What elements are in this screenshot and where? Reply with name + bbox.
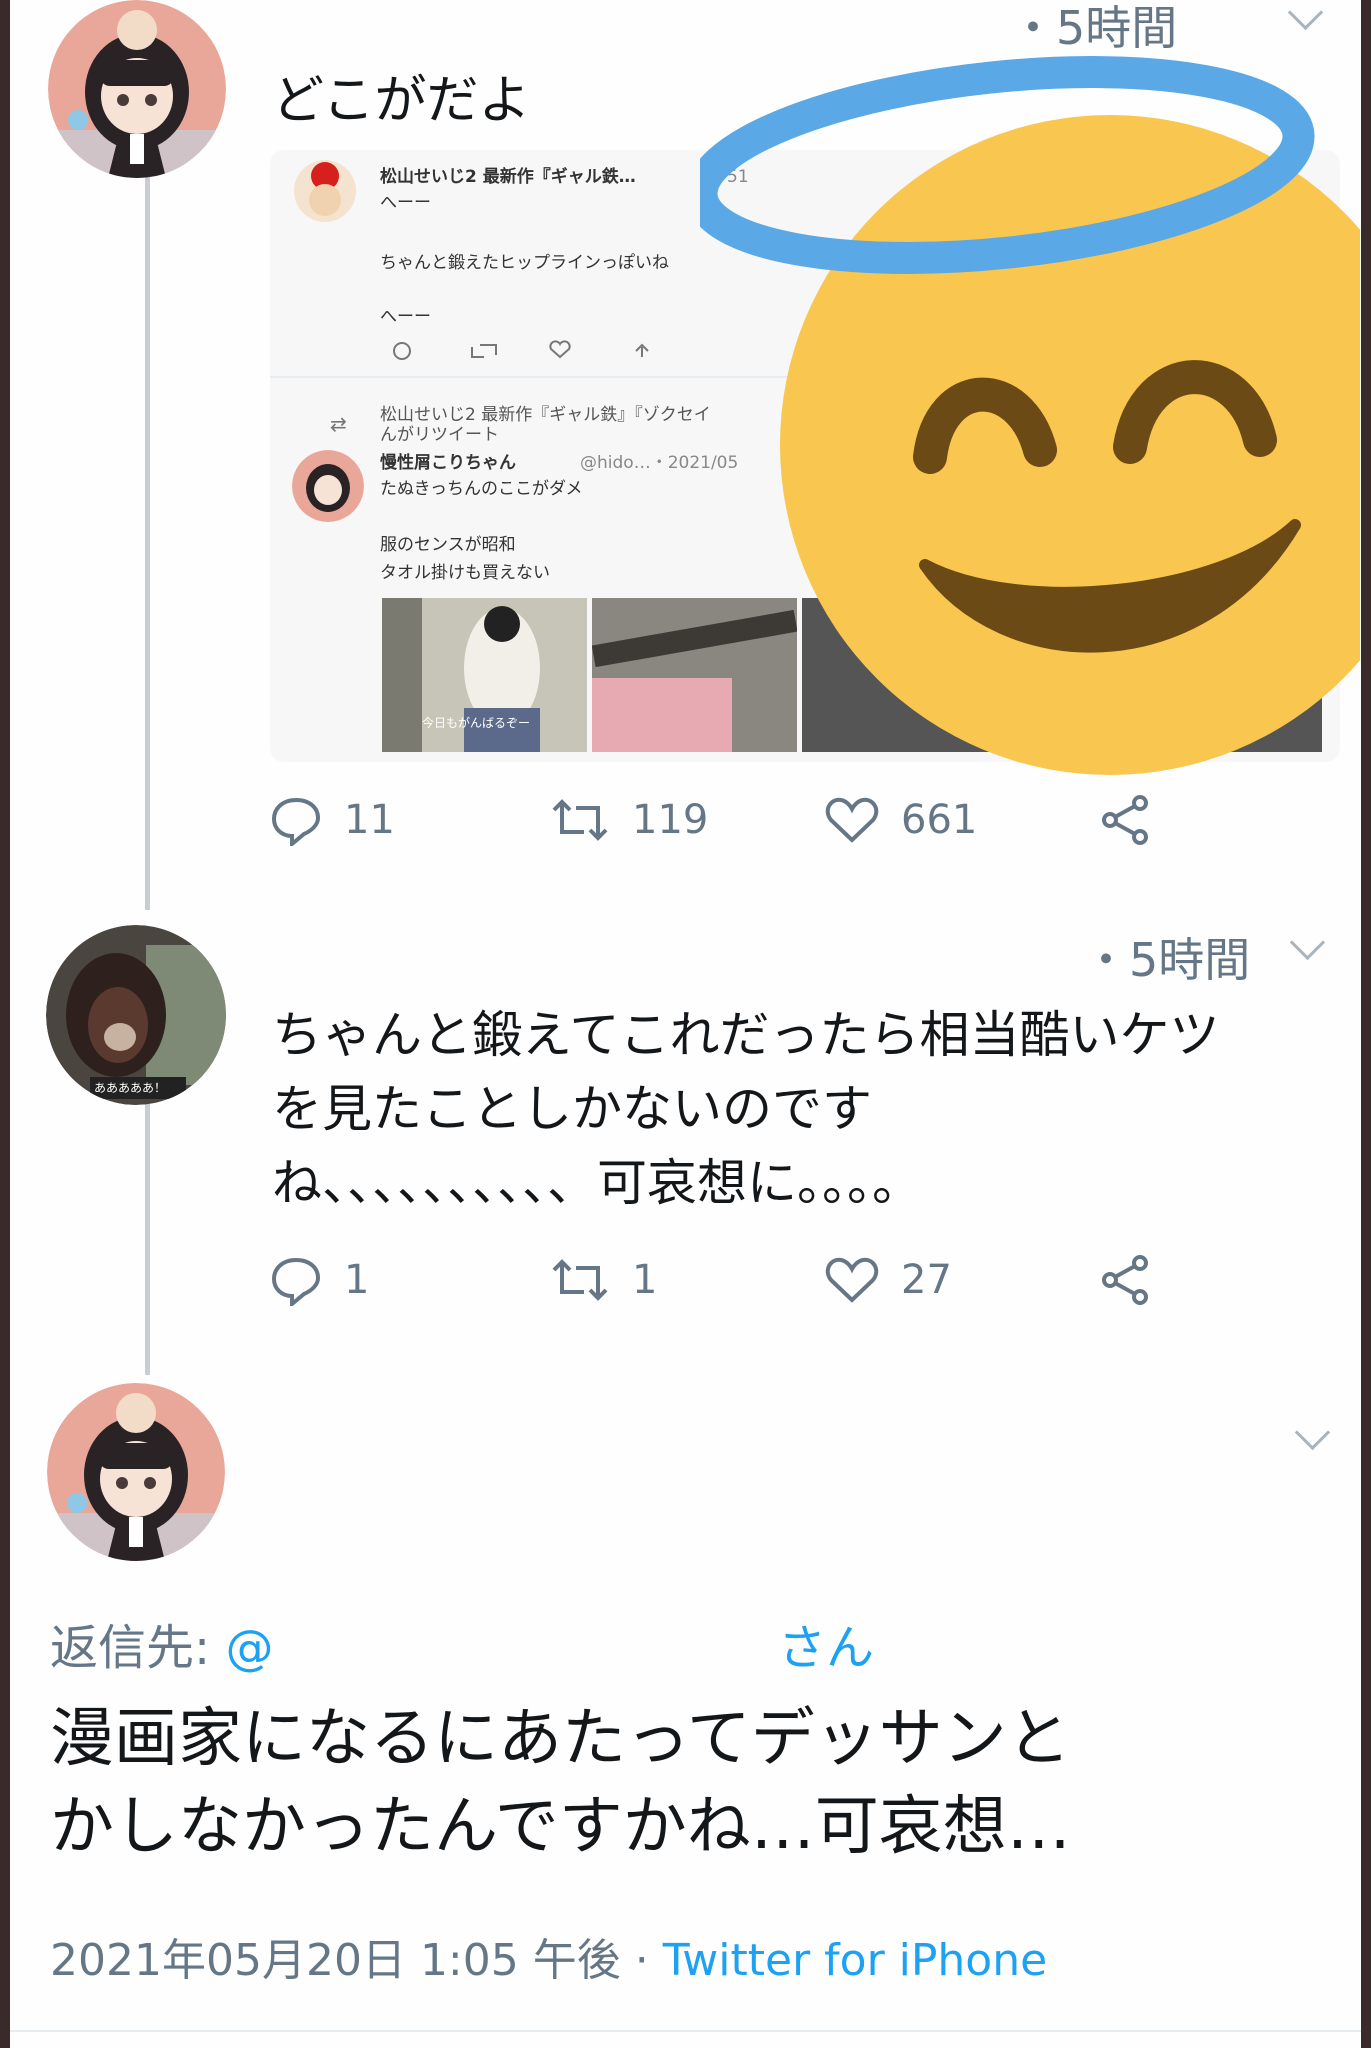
meta-separator: · <box>620 1935 663 1986</box>
inner-author: 慢性屑こりちゃん <box>380 453 516 473</box>
tweet-meta: 2021年05月20日 1:05 午後 · Twitter for iPhone <box>50 1924 1047 1988</box>
retweet-icon <box>552 1259 608 1301</box>
chevron-down-icon[interactable] <box>1294 1414 1331 1451</box>
quote-line: へーー <box>380 193 431 213</box>
tweet-text-line: 漫画家になるにあたってデッサンと <box>50 1702 1071 1776</box>
tweet-text-line: ね、、、、、、、、、、可哀想に。。。。 <box>272 1154 922 1212</box>
reply-to: 返信先: @ <box>50 1608 273 1678</box>
retweet-button[interactable]: 119 <box>550 790 708 850</box>
retweet-label: んがリツイート <box>380 425 499 445</box>
tweet-time: ・5時間 <box>1010 1 1178 55</box>
divider <box>10 2030 1361 2032</box>
tweet-thread: ・5時間 どこがだよ 松山せいじ2 最新作『ギャル鉄… ・51 へーー ちゃんと… <box>10 0 1361 2048</box>
retweet-button[interactable]: 1 <box>550 1250 657 1310</box>
quote-author: 松山せいじ2 最新作『ギャル鉄… <box>380 167 636 187</box>
reply-icon <box>271 1257 321 1306</box>
inner-avatar <box>292 450 364 522</box>
tweet-timestamp: 2021年05月20日 1:05 午後 <box>50 1935 621 1986</box>
tweet-client[interactable]: Twitter for iPhone <box>663 1935 1047 1986</box>
tweet-text: ちゃんと鍛えてこれだったら相当酷いケツ を見たことしかないのです ね、、、、、、… <box>272 998 1220 1220</box>
tweet-text-line: かしなかったんですかね…可哀想… <box>50 1790 1071 1864</box>
retweet-icon <box>552 799 608 841</box>
reply-to-san[interactable]: さん <box>778 1608 874 1678</box>
quote-line: へーー <box>380 307 431 327</box>
avatar[interactable] <box>48 0 226 178</box>
share-button[interactable] <box>1100 790 1174 850</box>
reply-to-handle[interactable]: @ <box>225 1620 273 1676</box>
tweet-text: 漫画家になるにあたってデッサンと かしなかったんですかね…可哀想… <box>50 1695 1071 1871</box>
tweet-actions: 1 1 27 <box>270 1250 1170 1310</box>
tweet-text: どこがだよ <box>272 71 531 131</box>
photo[interactable]: 今日もがんばるぞー <box>382 598 587 752</box>
like-count: 661 <box>901 797 978 843</box>
avatar[interactable]: あああああ！ <box>46 925 226 1105</box>
thread-line <box>145 175 150 910</box>
quote-line: ちゃんと鍛えたヒップラインっぽいね <box>380 253 669 273</box>
like-count: 27 <box>901 1257 952 1303</box>
smiling-face-with-halo-emoji <box>685 55 1361 775</box>
reply-to-label: 返信先: <box>50 1620 211 1676</box>
reply-button[interactable]: 1 <box>270 1250 369 1310</box>
share-icon <box>1102 1255 1148 1305</box>
tweet-text-line: を見たことしかないのです <box>272 1080 872 1138</box>
photo-caption: 今日もがんばるぞー <box>422 716 531 730</box>
share-icon <box>1102 795 1148 845</box>
avatar[interactable] <box>47 1383 225 1561</box>
retweet-icon: ⇄ <box>330 412 347 436</box>
like-button[interactable]: 661 <box>825 790 977 850</box>
inner-text: 服のセンスが昭和 <box>380 535 516 555</box>
reply-icon <box>271 797 321 846</box>
inner-text: たぬきっちんのここがダメ <box>380 479 583 499</box>
reply-count: 11 <box>344 797 395 843</box>
tweet-text-line: ちゃんと鍛えてこれだったら相当酷いケツ <box>272 1006 1220 1064</box>
tweet-actions: 11 119 661 <box>270 790 1170 850</box>
like-icon <box>825 797 879 843</box>
chevron-down-icon[interactable] <box>1289 924 1326 961</box>
quote-avatar <box>294 160 356 222</box>
retweet-count: 119 <box>632 797 709 843</box>
inner-text: タオル掛けも買えない <box>380 563 550 583</box>
chevron-down-icon[interactable] <box>1287 0 1324 31</box>
reply-button[interactable]: 11 <box>270 790 395 850</box>
reply-count: 1 <box>344 1257 370 1303</box>
retweet-count: 1 <box>632 1257 658 1303</box>
thread-line <box>145 1085 150 1375</box>
avatar-caption: あああああ！ <box>94 1081 167 1095</box>
like-icon <box>825 1257 879 1303</box>
share-button[interactable] <box>1100 1250 1174 1310</box>
like-button[interactable]: 27 <box>825 1250 952 1310</box>
tweet-time: ・5時間 <box>1083 933 1251 987</box>
